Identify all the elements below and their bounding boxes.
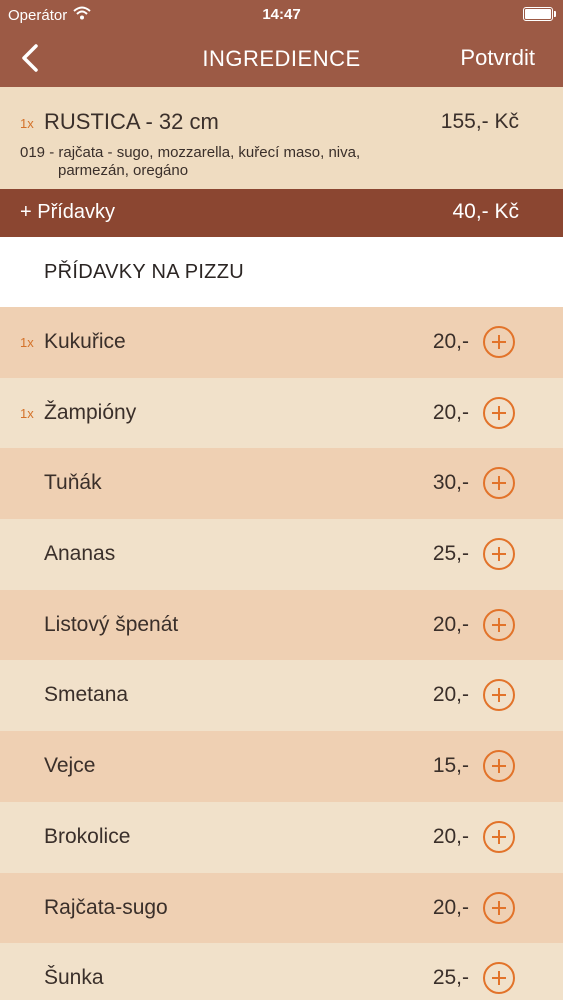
extras-summary-bar[interactable]: + Přídavky 40,- Kč [0, 189, 563, 237]
item-name: Tuňák [44, 471, 102, 495]
pizza-description-line2: parmezán, oregáno [58, 162, 189, 179]
item-name: Šunka [44, 966, 104, 990]
item-name: Ananas [44, 542, 116, 566]
section-header: PŘÍDAVKY NA PIZZU [0, 237, 563, 307]
list-item[interactable]: 1x Kukuřice 20,- [0, 307, 563, 378]
pizza-description-line1: 019 - rajčata - sugo, mozzarella, kuřecí… [20, 144, 361, 161]
list-item[interactable]: 1x Žampióny 20,- [0, 377, 563, 449]
top-bar: Operátor 14:47 INGREDIENCE Potvrdit [0, 0, 563, 87]
navigation-bar: INGREDIENCE Potvrdit [0, 30, 563, 87]
list-item[interactable]: Vejce 15,- [0, 731, 563, 802]
add-circle-icon[interactable] [483, 608, 515, 641]
item-price: 25,- [432, 966, 469, 990]
extras-list: 1x Kukuřice 20,- 1x Žampióny 20,- Tuňák … [0, 307, 563, 1000]
add-circle-icon[interactable] [483, 891, 515, 924]
add-circle-icon[interactable] [483, 396, 515, 429]
clock: 14:47 [262, 6, 301, 23]
item-price: 15,- [432, 754, 469, 778]
item-price: 20,- [432, 400, 469, 424]
pizza-price: 155,- Kč [440, 110, 519, 133]
pizza-name: RUSTICA - 32 cm [44, 109, 219, 134]
add-circle-icon[interactable] [483, 538, 515, 571]
item-price: 20,- [432, 330, 469, 353]
extras-price: 40,- Kč [452, 200, 519, 223]
item-price: 20,- [432, 895, 469, 919]
item-name: Kukuřice [44, 330, 126, 353]
item-count: 1x [20, 405, 34, 421]
item-name: Brokolice [44, 824, 131, 848]
list-item[interactable]: Ananas 25,- [0, 519, 563, 590]
add-circle-icon[interactable] [483, 750, 515, 783]
status-bar: Operátor 14:47 [0, 0, 563, 30]
item-price: 20,- [432, 824, 469, 848]
item-name: Žampióny [44, 400, 137, 424]
battery-icon [523, 7, 556, 21]
item-name: Rajčata-sugo [44, 895, 168, 919]
list-item[interactable]: Rajčata-sugo 20,- [0, 872, 563, 944]
item-name: Smetana [44, 683, 129, 707]
item-price: 20,- [432, 612, 469, 636]
item-price: 25,- [432, 542, 469, 566]
add-circle-icon[interactable] [483, 679, 515, 712]
section-heading: PŘÍDAVKY NA PIZZU [44, 261, 244, 283]
add-circle-icon[interactable] [483, 820, 515, 853]
add-circle-icon[interactable] [483, 962, 515, 995]
order-summary: 1x RUSTICA - 32 cm 155,- Kč 019 - rajčat… [0, 87, 563, 189]
item-name: Vejce [44, 754, 96, 778]
item-count: 1x [20, 335, 34, 350]
add-circle-icon[interactable] [483, 326, 515, 358]
list-item[interactable]: Tuňák 30,- [0, 448, 563, 520]
list-item[interactable]: Smetana 20,- [0, 660, 563, 732]
item-name: Listový špenát [44, 612, 179, 636]
item-price: 30,- [432, 471, 469, 495]
list-item[interactable]: Listový špenát 20,- [0, 589, 563, 661]
add-circle-icon[interactable] [483, 467, 515, 500]
order-quantity: 1x [20, 116, 34, 131]
confirm-button[interactable]: Potvrdit [460, 45, 535, 71]
item-price: 20,- [432, 683, 469, 707]
extras-label: + Přídavky [20, 201, 116, 223]
list-item[interactable]: Šunka 25,- [0, 943, 563, 1000]
list-item[interactable]: Brokolice 20,- [0, 801, 563, 873]
